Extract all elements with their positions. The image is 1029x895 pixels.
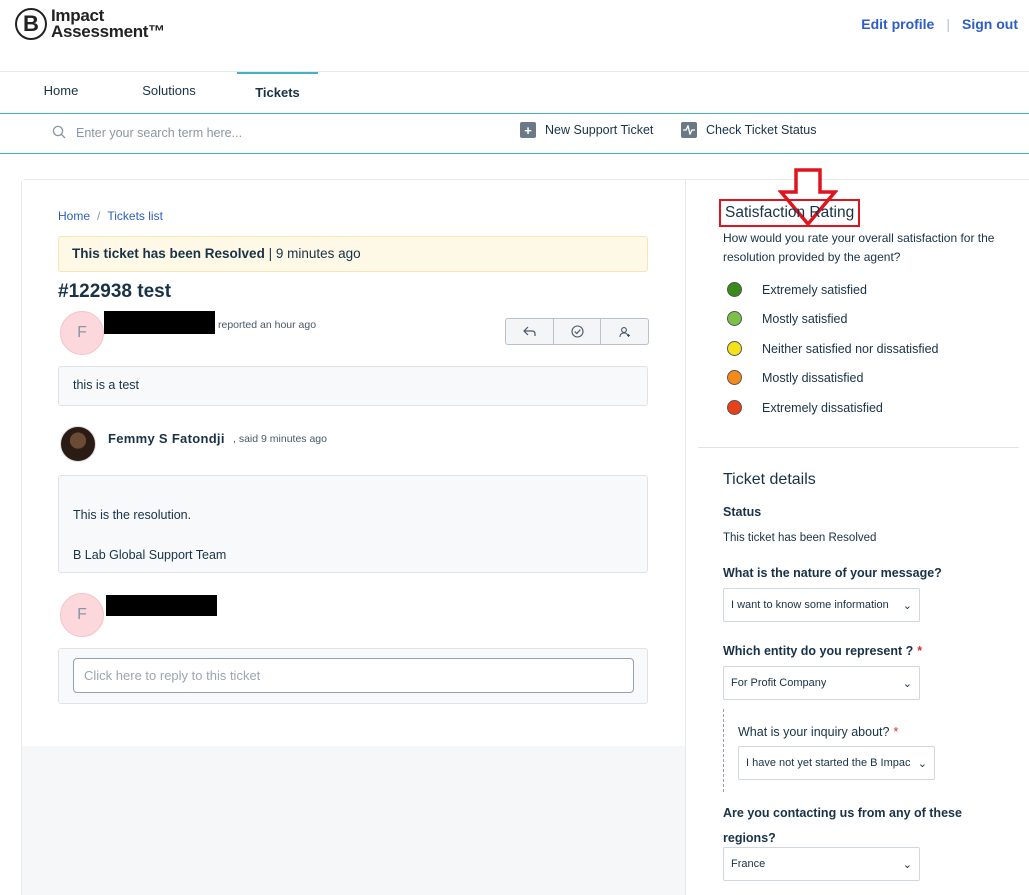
- header-separator: |: [946, 16, 950, 32]
- ticket-title: #122938 test: [58, 281, 172, 302]
- ticket-details-title: Ticket details: [723, 471, 816, 488]
- agent-avatar: [60, 426, 96, 462]
- breadcrumb: Home / Tickets list: [58, 209, 163, 223]
- breadcrumb-home[interactable]: Home: [58, 209, 90, 223]
- rating-extremely-satisfied[interactable]: Extremely satisfied: [727, 282, 867, 297]
- new-support-ticket-label: New Support Ticket: [545, 123, 654, 137]
- red-dot-icon: [727, 400, 742, 415]
- toolbar: + New Support Ticket Check Ticket Status: [0, 114, 1029, 154]
- activity-icon: [681, 122, 697, 138]
- reply-avatar: F: [60, 593, 104, 637]
- plus-icon: +: [520, 122, 536, 138]
- main-nav: Home Solutions Tickets: [0, 72, 1029, 114]
- rating-mostly-satisfied[interactable]: Mostly satisfied: [727, 311, 847, 326]
- section-divider: [698, 447, 1019, 448]
- site-header: B Impact Assessment™ Edit profile | Sign…: [0, 0, 1029, 72]
- chevron-down-icon: ⌄: [902, 858, 912, 871]
- ticket-actions: [505, 318, 649, 345]
- chevron-down-icon: ⌄: [917, 757, 927, 770]
- edit-profile-link[interactable]: Edit profile: [861, 16, 934, 32]
- header-links: Edit profile | Sign out: [861, 16, 1018, 32]
- reply-button[interactable]: [506, 319, 554, 344]
- requester-avatar: F: [60, 311, 104, 355]
- impact-assessment-logo[interactable]: B Impact Assessment™: [15, 7, 165, 41]
- chevron-down-icon: ⌄: [902, 599, 912, 612]
- chevron-down-icon: ⌄: [902, 677, 912, 690]
- reply-input[interactable]: [73, 658, 634, 693]
- sign-out-link[interactable]: Sign out: [962, 16, 1018, 32]
- agent-name: Femmy S Fatondji: [108, 431, 225, 446]
- rating-extremely-dissatisfied[interactable]: Extremely dissatisfied: [727, 400, 883, 415]
- orange-dot-icon: [727, 370, 742, 385]
- inquiry-select[interactable]: I have not yet started the B Impac ⌄: [738, 746, 935, 780]
- satisfaction-rating-title: Satisfaction Rating: [719, 199, 861, 227]
- logo-line-2: Assessment™: [51, 22, 165, 41]
- reply-icon: [522, 326, 536, 336]
- regions-label: Are you contacting us from any of these …: [723, 806, 962, 845]
- rating-mostly-dissatisfied[interactable]: Mostly dissatisfied: [727, 370, 863, 385]
- agent-said-time: , said 9 minutes ago: [233, 433, 327, 445]
- requester-message: this is a test: [58, 366, 648, 406]
- ticket-sidebar: Satisfaction Rating How would you rate y…: [685, 168, 1029, 895]
- b-logo-icon: B: [15, 8, 47, 40]
- inquiry-label: What is your inquiry about? *: [738, 725, 899, 739]
- check-ticket-status-label: Check Ticket Status: [706, 123, 817, 137]
- regions-select[interactable]: France ⌄: [723, 847, 920, 881]
- ticket-page: Home / Tickets list This ticket has been R…: [21, 168, 1029, 895]
- light-green-dot-icon: [727, 311, 742, 326]
- resolve-button[interactable]: [554, 319, 602, 344]
- search-icon: [52, 125, 66, 139]
- breadcrumb-tickets-list[interactable]: Tickets list: [107, 209, 163, 223]
- agent-resolution-message: This is the resolution. B Lab Global Sup…: [58, 475, 648, 573]
- new-support-ticket-button[interactable]: + New Support Ticket: [520, 122, 653, 138]
- resolved-status-banner: This ticket has been Resolved | 9 minute…: [58, 236, 648, 272]
- yellow-dot-icon: [727, 341, 742, 356]
- user-add-icon: [619, 326, 630, 337]
- status-value: This ticket has been Resolved: [723, 532, 877, 544]
- reported-time: reported an hour ago: [218, 319, 317, 331]
- ticket-conversation-panel: Home / Tickets list This ticket has been R…: [22, 180, 685, 746]
- tab-home[interactable]: Home: [26, 72, 96, 113]
- tab-solutions[interactable]: Solutions: [131, 72, 207, 113]
- satisfaction-description: How would you rate your overall satisfac…: [723, 231, 995, 264]
- entity-select[interactable]: For Profit Company ⌄: [723, 666, 920, 700]
- entity-label: Which entity do you represent ? *: [723, 644, 923, 658]
- nested-field-guide: [723, 709, 724, 792]
- green-dot-icon: [727, 282, 742, 297]
- rating-neutral[interactable]: Neither satisfied nor dissatisfied: [727, 341, 938, 356]
- nature-label: What is the nature of your message?: [723, 566, 942, 580]
- nature-select[interactable]: I want to know some information ⌄: [723, 588, 920, 622]
- check-circle-icon: [570, 325, 584, 338]
- redacted-name: [104, 311, 215, 334]
- add-people-button[interactable]: [601, 319, 648, 344]
- check-ticket-status-button[interactable]: Check Ticket Status: [681, 122, 816, 138]
- redacted-name: [106, 595, 217, 616]
- status-label: Status: [723, 505, 762, 519]
- search-input[interactable]: [76, 122, 376, 144]
- tab-tickets[interactable]: Tickets: [237, 72, 318, 113]
